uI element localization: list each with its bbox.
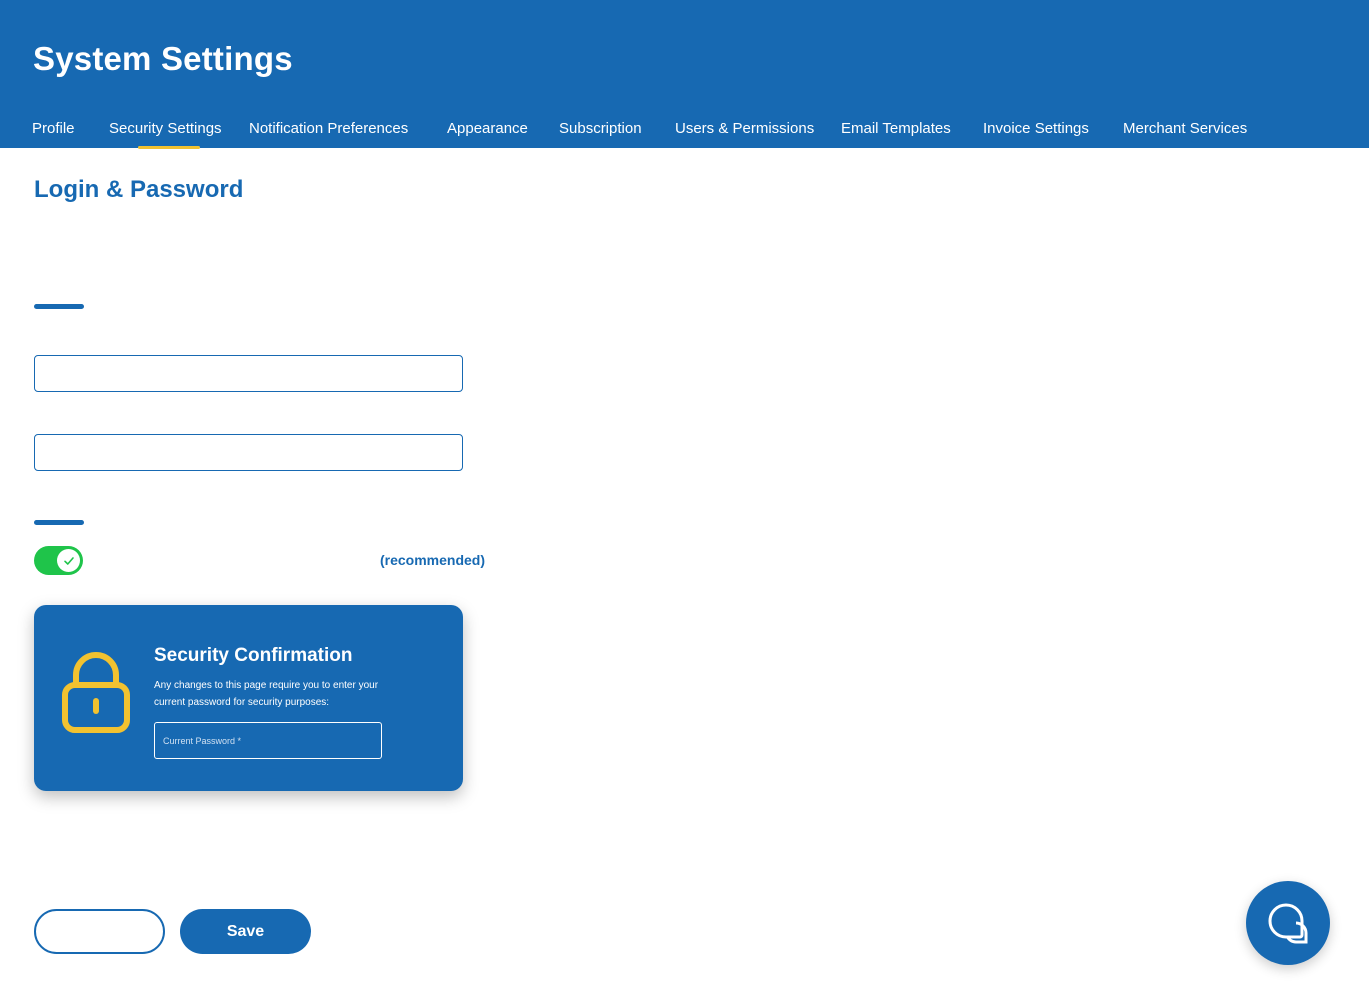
card-title: Security Confirmation [154,645,353,666]
chat-bubbles-icon [1268,903,1308,944]
tab-email-templates[interactable]: Email Templates [841,120,951,137]
tab-appearance[interactable]: Appearance [447,120,528,137]
page-title: System Settings [33,40,293,77]
tab-security-settings[interactable]: Security Settings [109,120,222,137]
tab-profile[interactable]: Profile [32,120,75,137]
active-tab-indicator [138,146,200,149]
two-factor-toggle[interactable] [34,546,83,575]
tab-merchant-services[interactable]: Merchant Services [1123,120,1247,137]
tab-notification-preferences[interactable]: Notification Preferences [249,120,408,137]
card-description: Any changes to this page require you to … [154,680,379,708]
login-input[interactable] [34,355,463,392]
password-input[interactable] [34,434,463,471]
header: System Settings Profile Security Setting… [0,0,1369,149]
tab-subscription[interactable]: Subscription [559,120,642,137]
label-placeholder-bar [34,520,84,525]
toggle-knob [57,549,80,572]
security-confirmation-card: Security Confirmation Any changes to thi… [34,605,463,791]
tab-users-permissions[interactable]: Users & Permissions [675,120,814,137]
tab-invoice-settings[interactable]: Invoice Settings [983,120,1089,137]
chat-button[interactable] [1246,881,1330,965]
cancel-button[interactable] [34,909,165,954]
lock-icon [62,652,130,733]
label-placeholder-bar [34,304,84,309]
section-title: Login & Password [34,176,244,203]
check-icon [63,556,74,565]
settings-tabs: Profile Security Settings Notification P… [0,118,1369,149]
save-button[interactable]: Save [180,909,311,954]
recommended-note: (recommended) [380,552,486,568]
current-password-input[interactable] [154,722,382,759]
